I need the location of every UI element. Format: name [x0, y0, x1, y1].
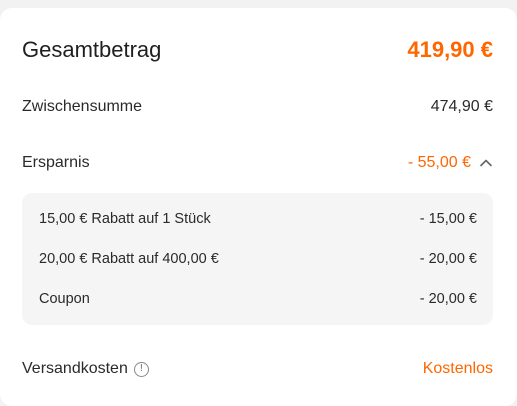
chevron-up-icon[interactable]	[479, 156, 493, 170]
discount-label: 15,00 € Rabatt auf 1 Stück	[39, 211, 211, 227]
shipping-label: Versandkosten	[22, 360, 128, 377]
savings-amount-group[interactable]: - 55,00 €	[408, 154, 493, 172]
discount-label: Coupon	[39, 291, 90, 307]
discount-label: 20,00 € Rabatt auf 400,00 €	[39, 251, 219, 267]
discount-line: 15,00 € Rabatt auf 1 Stück - 15,00 €	[39, 209, 477, 229]
shipping-row: Versandkosten ! Kostenlos	[22, 358, 493, 380]
shipping-label-group: Versandkosten !	[22, 360, 149, 378]
total-value: 419,90 €	[407, 37, 493, 62]
savings-toggle[interactable]: Ersparnis - 55,00 €	[22, 152, 493, 174]
discount-value: - 15,00 €	[419, 211, 477, 227]
order-summary-card: Gesamtbetrag 419,90 € Zwischensumme 474,…	[0, 8, 517, 406]
discount-line: Coupon - 20,00 €	[39, 289, 477, 309]
discount-value: - 20,00 €	[419, 251, 477, 267]
subtotal-row: Zwischensumme 474,90 €	[22, 96, 493, 118]
shipping-value: Kostenlos	[422, 360, 493, 377]
discount-line: 20,00 € Rabatt auf 400,00 € - 20,00 €	[39, 249, 477, 269]
info-icon[interactable]: !	[133, 361, 149, 377]
total-label: Gesamtbetrag	[22, 37, 162, 62]
savings-label: Ersparnis	[22, 154, 90, 171]
savings-value: - 55,00 €	[407, 154, 471, 171]
discount-value: - 20,00 €	[419, 291, 477, 307]
subtotal-label: Zwischensumme	[22, 98, 143, 115]
subtotal-value: 474,90 €	[430, 98, 493, 115]
discount-breakdown: 15,00 € Rabatt auf 1 Stück - 15,00 € 20,…	[22, 193, 493, 325]
total-row: Gesamtbetrag 419,90 €	[22, 35, 493, 65]
